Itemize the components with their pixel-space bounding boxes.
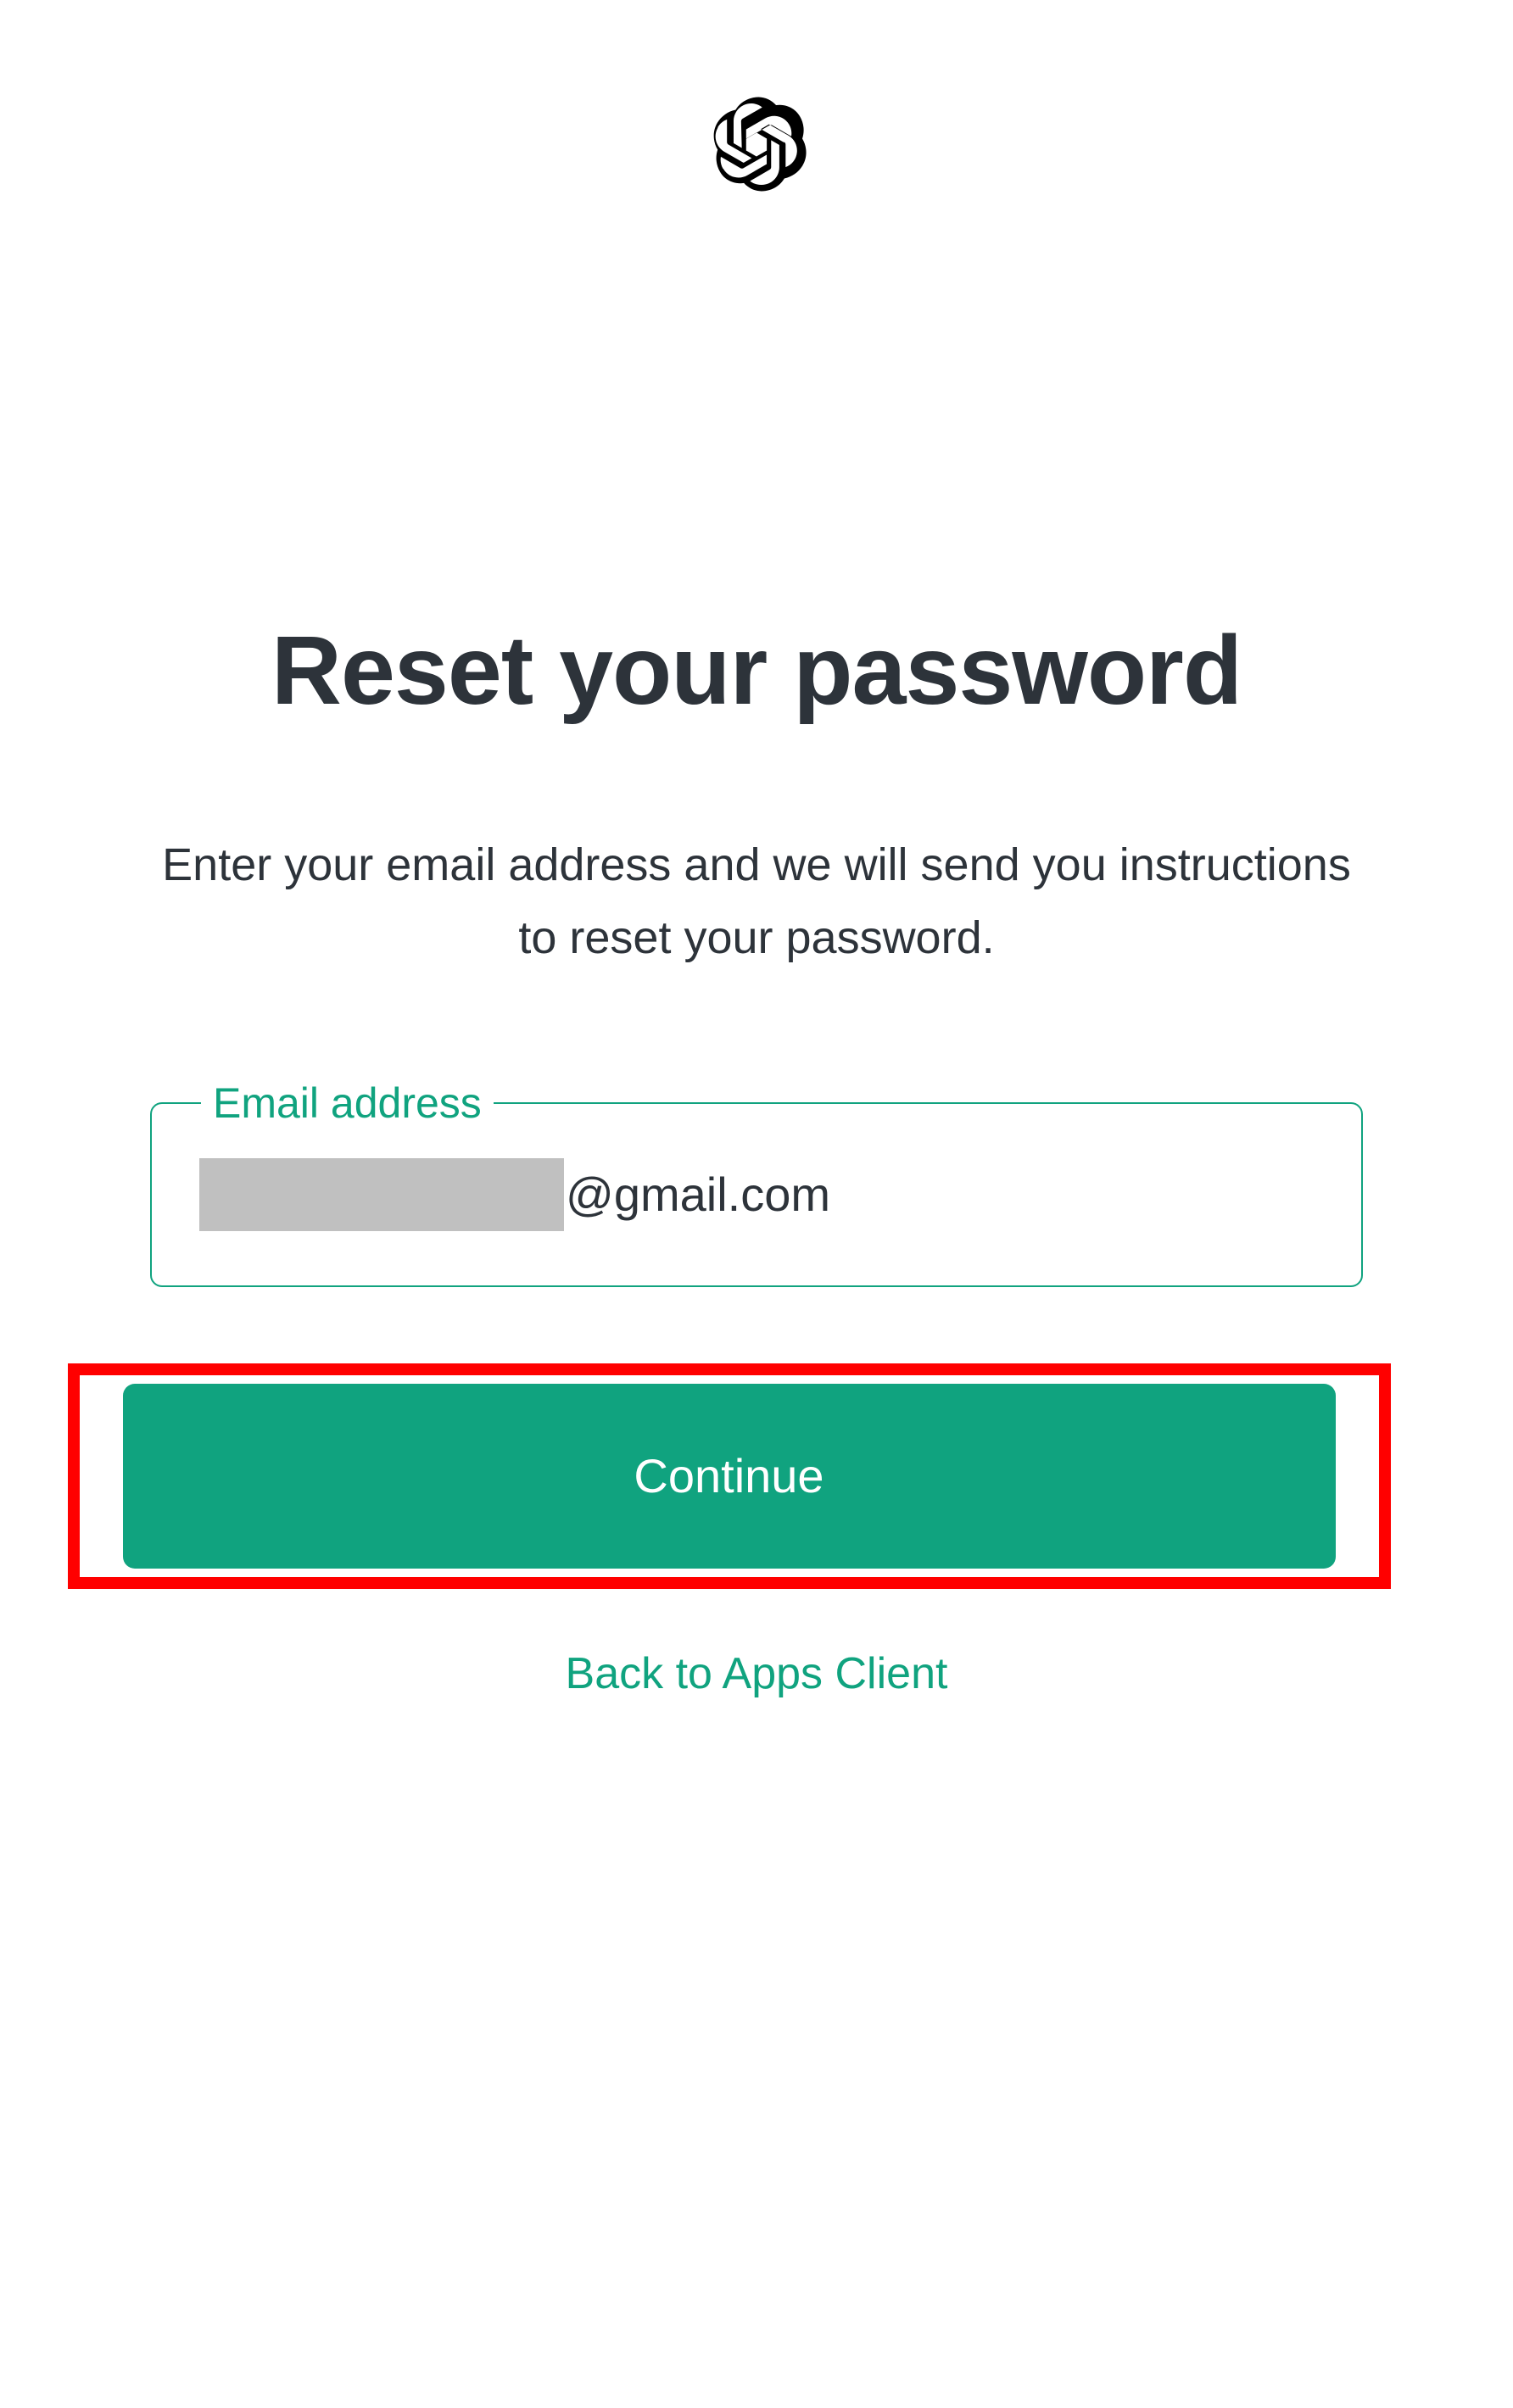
- email-redacted-part: [199, 1158, 564, 1231]
- openai-logo-icon: [701, 93, 812, 208]
- continue-highlight-wrap: Continue: [68, 1363, 1391, 1589]
- back-link[interactable]: Back to Apps Client: [566, 1648, 948, 1699]
- page-heading: Reset your password: [271, 615, 1242, 727]
- email-field-wrap: Email address @gmail.com: [150, 1102, 1363, 1287]
- email-input[interactable]: @gmail.com: [150, 1102, 1363, 1287]
- email-label: Email address: [201, 1079, 494, 1128]
- page-subtext: Enter your email address and we will sen…: [150, 828, 1363, 975]
- continue-button[interactable]: Continue: [123, 1384, 1336, 1569]
- email-suffix: @gmail.com: [566, 1167, 830, 1222]
